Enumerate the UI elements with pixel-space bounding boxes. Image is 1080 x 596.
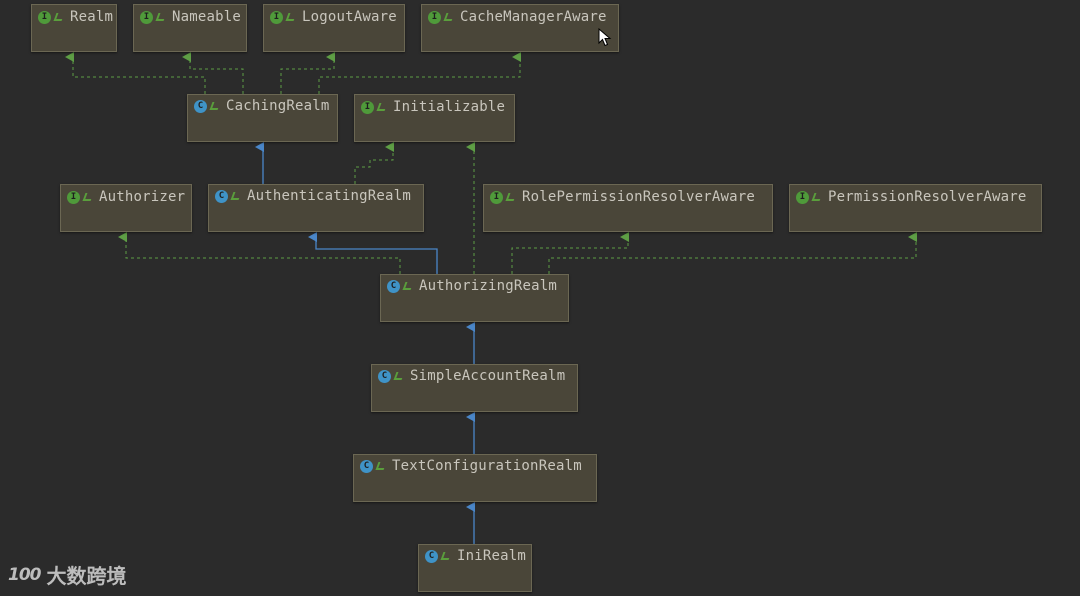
node-label: LogoutAware [302, 9, 397, 25]
interface-icon: I [796, 190, 809, 204]
node-initializable[interactable]: I Initializable [354, 94, 515, 142]
class-icon: C [378, 369, 391, 383]
node-realm[interactable]: I Realm [31, 4, 117, 52]
node-label: AuthorizingRealm [419, 278, 558, 294]
node-label: AuthenticatingRealm [247, 188, 411, 204]
visibility-icon [285, 13, 297, 21]
edge-cachingrealm-cachemanageraware [318, 52, 521, 94]
node-textconfigurationrealm[interactable]: C TextConfigurationRealm [353, 454, 597, 502]
edge-cachingrealm-realm [65, 52, 206, 94]
visibility-icon [811, 193, 823, 201]
interface-icon: I [490, 190, 503, 204]
node-cachemanageraware[interactable]: I CacheManagerAware [421, 4, 619, 52]
edge-authorizingrealm-rolepermissionresolveraware [511, 232, 629, 274]
visibility-icon [230, 192, 242, 200]
visibility-icon [155, 13, 167, 21]
interface-icon: I [361, 100, 374, 114]
edge-authorizingrealm-permissionresolveraware [548, 232, 917, 274]
node-label: RolePermissionResolverAware [522, 189, 755, 205]
node-nameable[interactable]: I Nameable [133, 4, 247, 52]
edge-authorizingrealm-authorizer [118, 232, 401, 274]
visibility-icon [440, 552, 452, 560]
interface-icon: I [67, 190, 80, 204]
watermark-logo: 100 [8, 564, 41, 585]
class-icon: C [360, 459, 373, 473]
node-cachingrealm[interactable]: C CachingRealm [187, 94, 338, 142]
node-permissionresolveraware[interactable]: I PermissionResolverAware [789, 184, 1042, 232]
node-label: TextConfigurationRealm [392, 458, 582, 474]
interface-icon: I [38, 10, 51, 24]
watermark: 100 大数跨境 [8, 560, 127, 589]
node-authenticatingrealm[interactable]: C AuthenticatingRealm [208, 184, 424, 232]
visibility-icon [393, 372, 405, 380]
visibility-icon [402, 282, 414, 290]
interface-icon: I [270, 10, 283, 24]
visibility-icon [505, 193, 517, 201]
class-icon: C [425, 549, 438, 563]
node-label: Initializable [393, 99, 506, 115]
node-simpleaccountrealm[interactable]: C SimpleAccountRealm [371, 364, 578, 412]
class-icon: C [194, 99, 207, 113]
node-authorizingrealm[interactable]: C AuthorizingRealm [380, 274, 569, 322]
node-label: SimpleAccountRealm [410, 368, 566, 384]
node-rolepermissionresolveraware[interactable]: I RolePermissionResolverAware [483, 184, 773, 232]
edge-cachingrealm-nameable [182, 52, 244, 94]
watermark-text: 大数跨境 [46, 564, 127, 588]
node-label: IniRealm [457, 548, 527, 564]
visibility-icon [209, 102, 221, 110]
edge-cachingrealm-logoutaware [280, 52, 335, 94]
visibility-icon [53, 13, 65, 21]
node-label: CachingRealm [226, 98, 330, 114]
interface-icon: I [140, 10, 153, 24]
node-label: PermissionResolverAware [828, 189, 1027, 205]
node-label: Authorizer [99, 189, 186, 205]
node-label: Nameable [172, 9, 242, 25]
edge-authenticatingrealm-initializable [354, 142, 394, 184]
class-icon: C [387, 279, 400, 293]
edge-authorizingrealm-authenticatingrealm [308, 232, 438, 274]
node-logoutaware[interactable]: I LogoutAware [263, 4, 405, 52]
visibility-icon [375, 462, 387, 470]
node-inirealm[interactable]: C IniRealm [418, 544, 532, 592]
visibility-icon [82, 193, 94, 201]
node-label: CacheManagerAware [460, 9, 607, 25]
interface-icon: I [428, 10, 441, 24]
visibility-icon [443, 13, 455, 21]
mouse-cursor-icon [598, 28, 612, 47]
class-icon: C [215, 189, 228, 203]
node-authorizer[interactable]: I Authorizer [60, 184, 192, 232]
visibility-icon [376, 103, 388, 111]
node-label: Realm [70, 9, 114, 25]
